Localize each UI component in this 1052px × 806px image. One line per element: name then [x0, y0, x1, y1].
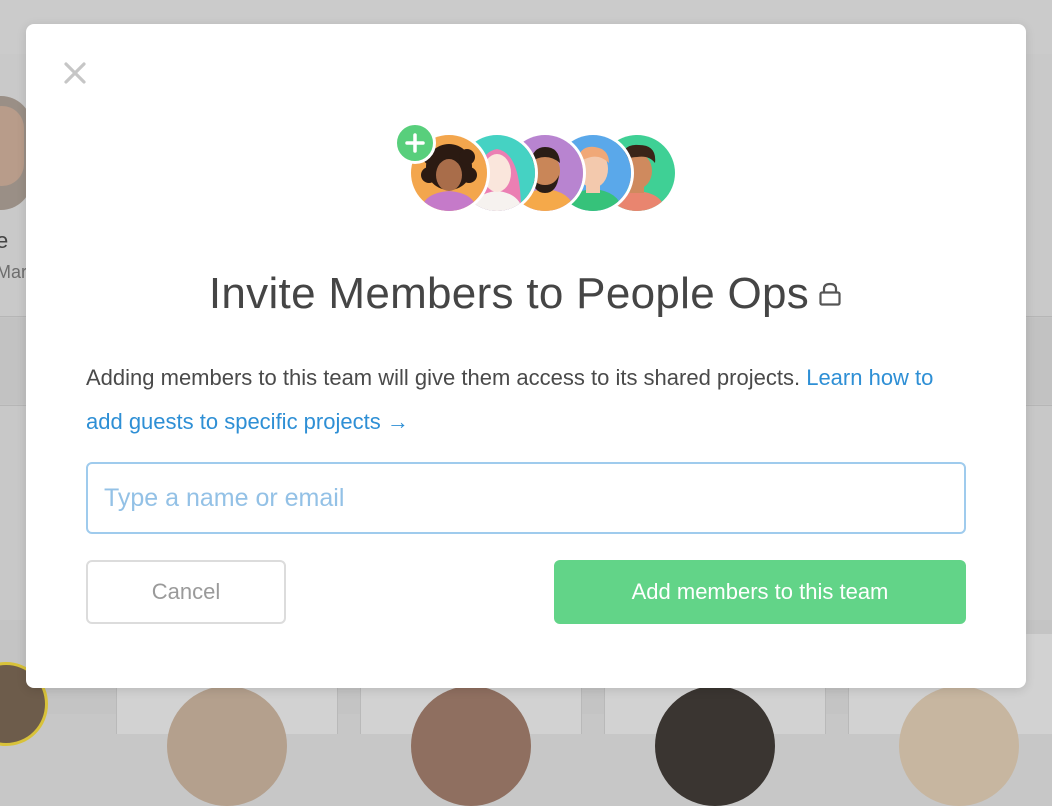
background-member-name: e — [0, 228, 9, 253]
lock-icon — [817, 267, 843, 319]
name-or-email-input[interactable] — [86, 462, 966, 534]
dialog-title-text: Invite Members to People Ops — [208, 269, 810, 318]
invite-members-dialog: Invite Members to People Ops Adding memb… — [26, 24, 1026, 688]
team-avatars-illustration — [370, 122, 690, 222]
dialog-title: Invite Members to People Ops — [26, 268, 1026, 320]
plus-icon — [405, 133, 425, 153]
dialog-description: Adding members to this team will give th… — [86, 356, 966, 444]
close-button[interactable] — [60, 58, 90, 88]
add-member-badge — [394, 122, 436, 164]
description-text: Adding members to this team will give th… — [86, 365, 807, 390]
close-icon — [64, 62, 86, 84]
add-members-button[interactable]: Add members to this team — [554, 560, 966, 624]
background-member-role: Mar — [0, 262, 27, 282]
cancel-button[interactable]: Cancel — [86, 560, 286, 624]
